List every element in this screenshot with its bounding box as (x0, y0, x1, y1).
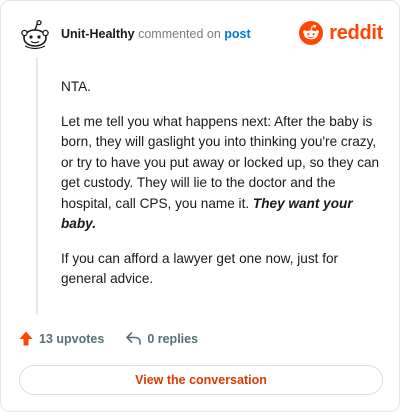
replies-button[interactable]: 0 replies (126, 332, 198, 346)
comment-paragraph: NTA. (61, 79, 91, 94)
upvote-button[interactable]: 13 upvotes (19, 331, 104, 346)
upvote-arrow-icon (19, 331, 33, 346)
comment-header: Unit-Healthy commented on post (61, 27, 251, 41)
comment-actions: 13 upvotes 0 replies (19, 331, 198, 346)
upvote-count: 13 upvotes (39, 331, 105, 346)
reddit-logo[interactable]: reddit (299, 21, 383, 45)
user-avatar-icon[interactable] (19, 19, 51, 51)
comment-card: Unit-Healthy commented on post reddit NT… (0, 0, 400, 412)
commented-on-text: commented on (138, 27, 221, 41)
thread-line (36, 57, 38, 315)
reply-arrow-icon (126, 332, 142, 345)
reply-count: 0 replies (147, 331, 199, 346)
comment-paragraph: Let me tell you what happens next: After… (61, 112, 381, 235)
view-conversation-button[interactable]: View the conversation (19, 365, 383, 395)
reddit-snoo-icon (299, 21, 324, 45)
username-link[interactable]: Unit-Healthy (61, 27, 135, 41)
reddit-wordmark: reddit (329, 21, 383, 44)
comment-body: NTA. Let me tell you what happens next: … (61, 77, 381, 304)
comment-paragraph: If you can afford a lawyer get one now, … (61, 250, 339, 287)
post-link[interactable]: post (224, 27, 250, 41)
